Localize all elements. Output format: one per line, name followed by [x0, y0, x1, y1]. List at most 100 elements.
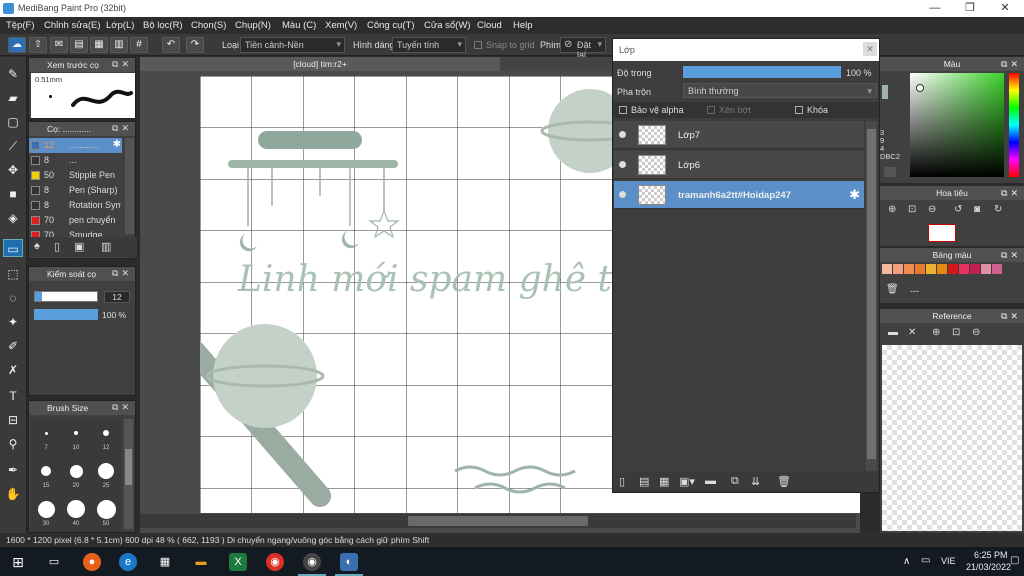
- copy-brush-icon[interactable]: ▣: [74, 240, 84, 253]
- protect-alpha-checkbox[interactable]: [619, 106, 627, 114]
- panel-buttons[interactable]: ⧉✕: [1001, 57, 1021, 71]
- menu-color[interactable]: Màu (C): [282, 20, 316, 31]
- delete-layer-icon[interactable]: 🗑: [777, 475, 791, 488]
- task-view-icon[interactable]: ▭: [45, 553, 63, 571]
- palette-swatch[interactable]: [937, 264, 947, 274]
- zoom-out-icon[interactable]: ⊖: [928, 204, 936, 215]
- menu-window[interactable]: Cửa sổ(W): [424, 20, 470, 31]
- file-explorer-icon[interactable]: ▬: [192, 553, 210, 571]
- ref-fit-icon[interactable]: ⊡: [952, 327, 960, 338]
- document-tab[interactable]: [cloud] tim:r2+: [140, 57, 500, 71]
- brush-size-preset[interactable]: 20: [61, 455, 91, 493]
- pen-icon[interactable]: ✒: [3, 461, 23, 479]
- panel-buttons[interactable]: ⧉✕: [112, 402, 132, 413]
- undo-icon[interactable]: ↶: [162, 37, 180, 53]
- reset-view-icon[interactable]: ◙: [974, 204, 980, 215]
- layer-row[interactable]: Lớp6: [614, 151, 864, 179]
- blend-select[interactable]: Bình thường ▾: [683, 83, 877, 98]
- layer-list-scrollbar[interactable]: [866, 121, 877, 471]
- new-halftone-layer-icon[interactable]: ▤: [639, 475, 649, 488]
- layer-row[interactable]: Lớp7: [614, 121, 864, 149]
- shape-select[interactable]: Tuyến tính: [392, 37, 466, 53]
- brush-size-preset[interactable]: 12: [91, 417, 121, 455]
- close-button[interactable]: ✕: [990, 1, 1020, 16]
- redo-icon[interactable]: ↷: [186, 37, 204, 53]
- palette-swatch[interactable]: [893, 264, 903, 274]
- brush-size-preset[interactable]: 7: [31, 417, 61, 455]
- lock-checkbox[interactable]: [795, 106, 803, 114]
- reset-button[interactable]: ⊘ Đặt lại: [560, 37, 606, 60]
- palette-swatch[interactable]: [992, 264, 1002, 274]
- brush-list-item[interactable]: 70 pen chuyển: [29, 213, 122, 228]
- menu-layer[interactable]: Lớp(L): [106, 20, 134, 31]
- brush-size-preset[interactable]: 30: [31, 493, 61, 531]
- restore-button[interactable]: ❐: [955, 1, 985, 16]
- share-icon[interactable]: ⇧: [29, 37, 47, 53]
- visibility-icon[interactable]: [619, 191, 626, 198]
- visibility-icon[interactable]: [619, 161, 626, 168]
- palette-swatch[interactable]: [915, 264, 925, 274]
- excel-icon[interactable]: X: [229, 553, 247, 571]
- clipping-checkbox[interactable]: [707, 106, 715, 114]
- move-tool-icon[interactable]: ✥: [3, 161, 23, 179]
- clock-date[interactable]: 21/03/2022: [966, 562, 1011, 572]
- canvas[interactable]: Linh mới spam ghê th: [200, 76, 612, 513]
- brush-settings-icon[interactable]: ▥: [101, 240, 111, 253]
- menu-file[interactable]: Tệp(F): [6, 20, 35, 31]
- palette-swatch[interactable]: [959, 264, 969, 274]
- menu-select[interactable]: Chọn(S): [191, 20, 226, 31]
- new-1bit-layer-icon[interactable]: ▦: [659, 475, 669, 488]
- add-brush-icon[interactable]: ♠: [34, 240, 40, 252]
- brush-list-item[interactable]: 8 Rotation Sym: [29, 198, 122, 213]
- palette-swatch[interactable]: [970, 264, 980, 274]
- grid-icon[interactable]: ▥: [110, 37, 128, 53]
- snap-checkbox[interactable]: [474, 41, 482, 49]
- tray-chevron-icon[interactable]: ∧: [903, 556, 910, 567]
- panel-buttons[interactable]: ⧉✕: [1001, 248, 1021, 262]
- brush-list-item[interactable]: 12............ ✱: [29, 138, 122, 153]
- palette-swatch[interactable]: [904, 264, 914, 274]
- brush-size-value[interactable]: 12: [104, 291, 130, 303]
- color-mode-icon[interactable]: [884, 167, 896, 177]
- brush-list-item[interactable]: 8 Pen (Sharp): [29, 183, 122, 198]
- start-icon[interactable]: ⊞: [9, 553, 27, 571]
- palette-swatch[interactable]: [882, 264, 892, 274]
- folder-icon[interactable]: ▬: [705, 475, 716, 487]
- layer-panel-close-icon[interactable]: ✕: [863, 42, 877, 56]
- edge-icon[interactable]: e: [119, 553, 137, 571]
- eraser-tool-icon[interactable]: ▰: [3, 89, 23, 107]
- menu-edit[interactable]: Chỉnh sửa(E): [44, 20, 101, 31]
- medibang-icon[interactable]: ◐: [340, 553, 358, 571]
- add-layer-menu-icon[interactable]: ▣▾: [679, 475, 695, 488]
- fit-icon[interactable]: ⊡: [908, 204, 916, 215]
- comment-icon[interactable]: ✉: [50, 37, 68, 53]
- brush-list-scrollbar[interactable]: [125, 138, 134, 234]
- gradient-tool-icon[interactable]: ▭: [3, 239, 23, 257]
- select-pen-icon[interactable]: ✐: [3, 337, 23, 355]
- lasso-tool-icon[interactable]: ◌: [3, 289, 23, 307]
- merge-down-icon[interactable]: ⇊: [751, 475, 760, 488]
- brush-list-item[interactable]: 50 Stipple Pen: [29, 168, 122, 183]
- menu-help[interactable]: Help: [513, 20, 533, 31]
- menu-capture[interactable]: Chụp(N): [235, 20, 271, 31]
- store-icon[interactable]: ▦: [156, 553, 174, 571]
- open-folder-icon[interactable]: ▬: [888, 327, 898, 338]
- language-indicator[interactable]: VIE: [941, 556, 956, 566]
- menu-tools[interactable]: Công cụ(T): [367, 20, 415, 31]
- chrome-profile-icon[interactable]: ◉: [303, 553, 321, 571]
- line-tool-icon[interactable]: ⟋: [3, 137, 23, 155]
- select-eraser-icon[interactable]: ✗: [3, 361, 23, 379]
- brush-list-item[interactable]: 8...: [29, 153, 122, 168]
- horizontal-scrollbar[interactable]: [140, 514, 856, 528]
- eyedropper-icon[interactable]: ⚲: [3, 435, 23, 453]
- fill-rect-icon[interactable]: ■: [3, 185, 23, 203]
- panel-buttons[interactable]: ⧉✕: [1001, 186, 1021, 200]
- panel-buttons[interactable]: ⧉✕: [1001, 309, 1021, 323]
- ref-zoom-out-icon[interactable]: ⊖: [972, 327, 980, 338]
- brush-size-preset[interactable]: 25: [91, 455, 121, 493]
- menu-cloud[interactable]: Cloud: [477, 20, 502, 31]
- hand-tool-icon[interactable]: ✋: [3, 485, 23, 503]
- palette-swatch[interactable]: [981, 264, 991, 274]
- panel-buttons[interactable]: ⧉✕: [112, 59, 132, 70]
- rotate-left-icon[interactable]: ↺: [954, 204, 962, 215]
